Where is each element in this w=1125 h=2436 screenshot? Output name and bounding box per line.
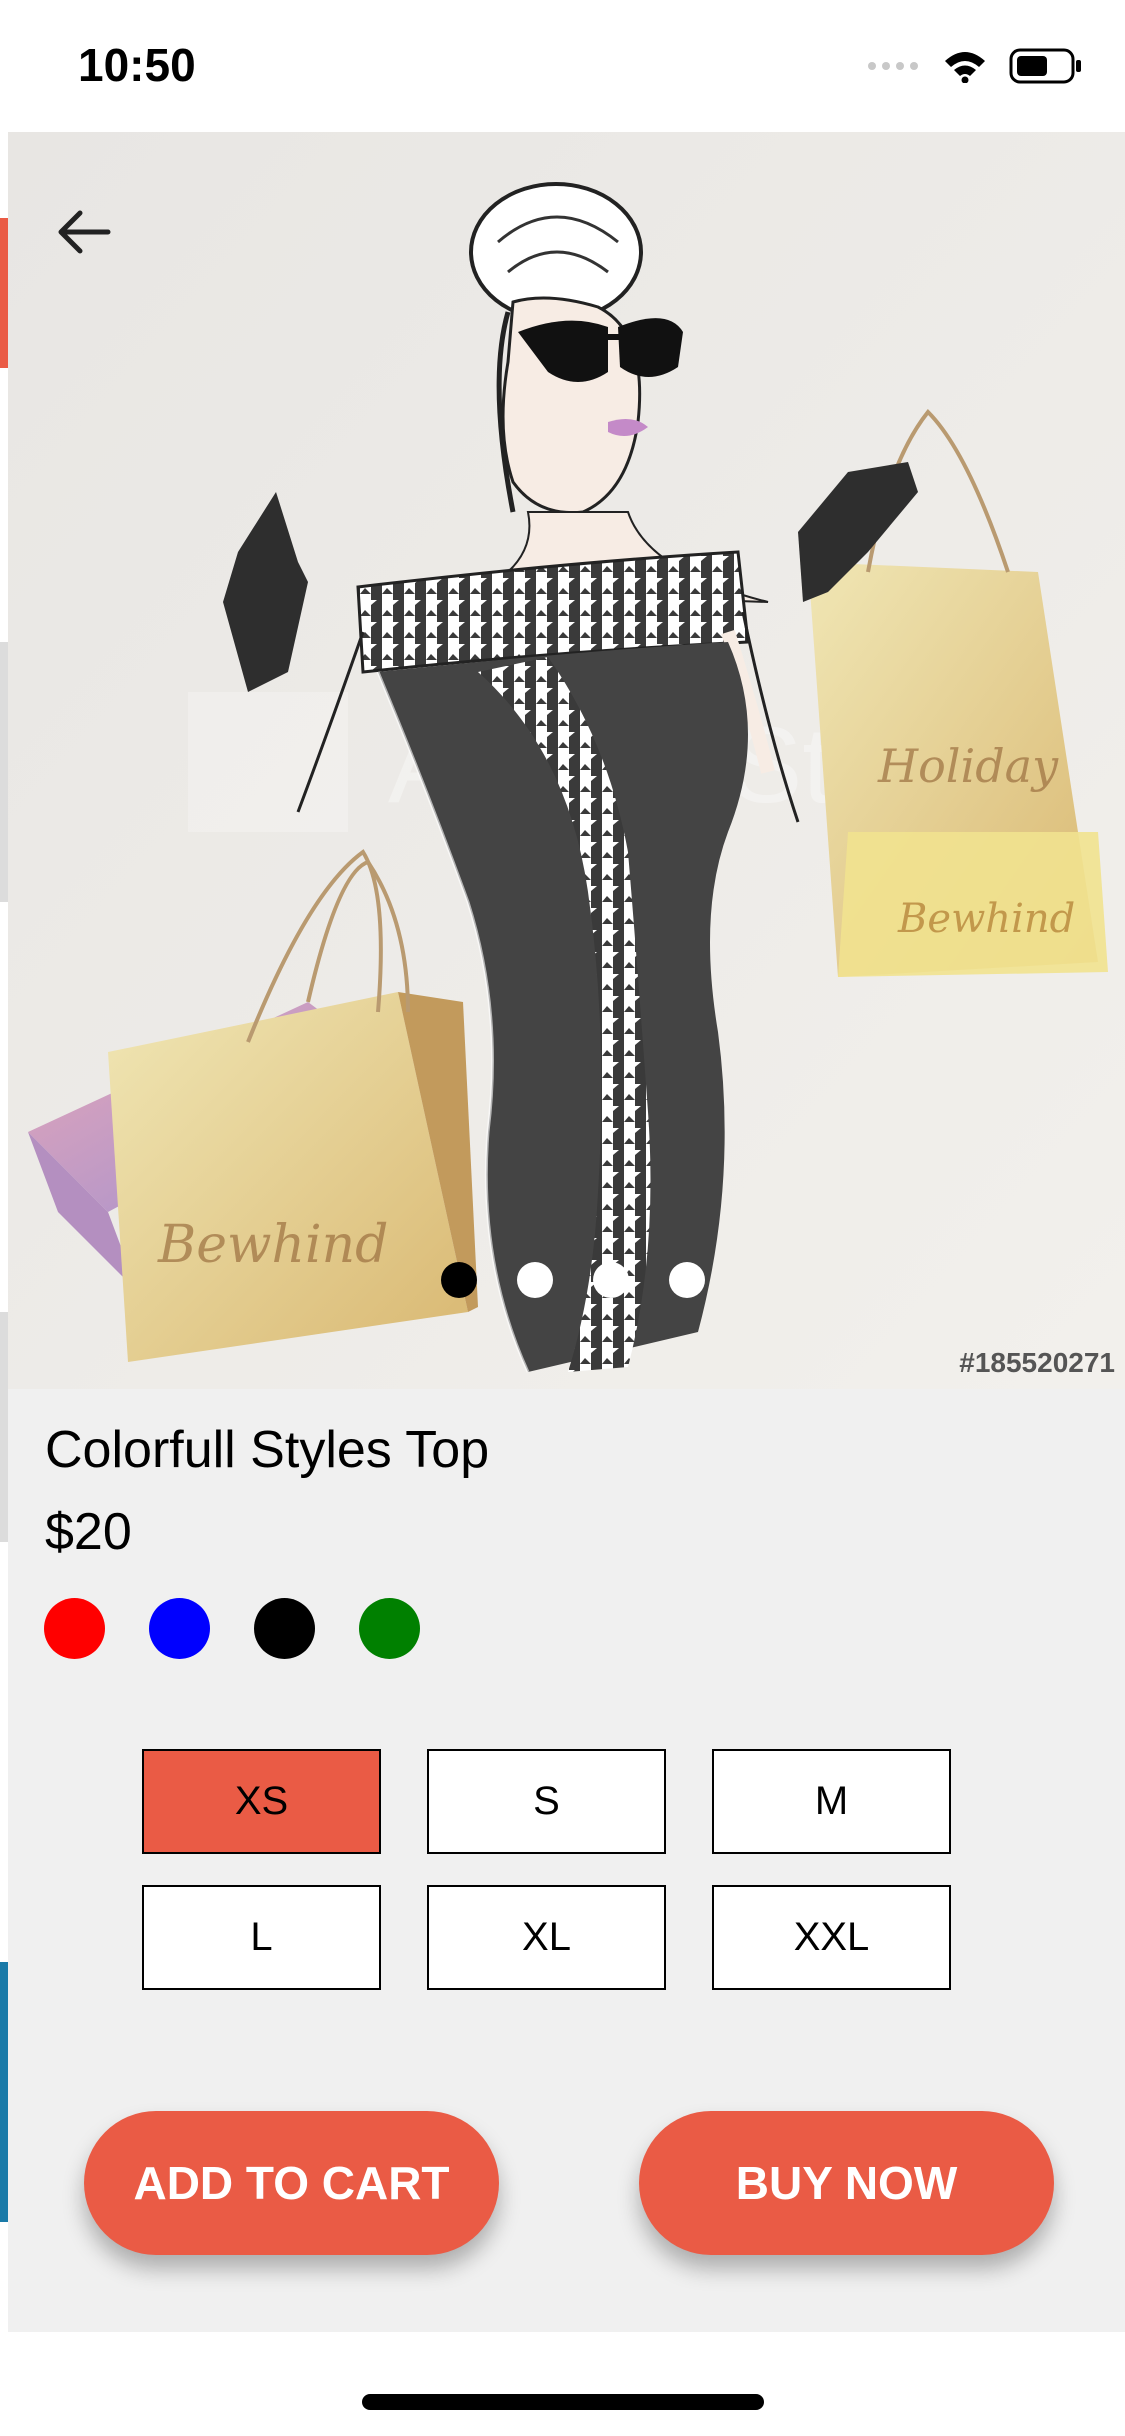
carousel-dot[interactable]: [516, 1262, 553, 1298]
status-icons: [867, 48, 1083, 84]
underlying-page-fragment: [0, 1312, 8, 1542]
arrow-left-icon: [58, 210, 111, 254]
size-option-xl[interactable]: XL: [427, 1885, 666, 1990]
signal-icon: [868, 62, 918, 70]
home-indicator[interactable]: [362, 2394, 764, 2410]
product-title: Colorfull Styles Top: [45, 1421, 490, 1479]
underlying-page-accent: [0, 218, 8, 368]
product-price: $20: [45, 1503, 132, 1561]
size-option-xxl[interactable]: XXL: [712, 1885, 951, 1990]
color-swatches: [44, 1598, 420, 1659]
wifi-icon: [945, 52, 985, 83]
status-time: 10:50: [78, 39, 196, 91]
size-selector: XS S M L XL XXL: [142, 1749, 952, 1990]
size-option-m[interactable]: M: [712, 1749, 951, 1854]
product-screen: Adobe Stock Bewhind Holiday Bewhind: [0, 132, 1125, 2332]
carousel-dot[interactable]: [592, 1262, 629, 1298]
back-button[interactable]: [44, 192, 124, 272]
svg-text:Bewhind: Bewhind: [897, 896, 1075, 942]
underlying-page-fragment: [0, 642, 8, 902]
size-option-s[interactable]: S: [427, 1749, 666, 1854]
add-to-cart-button[interactable]: ADD TO CART: [84, 2111, 499, 2255]
size-option-l[interactable]: L: [142, 1885, 381, 1990]
carousel-dot[interactable]: [668, 1262, 705, 1298]
battery-icon: [1009, 48, 1081, 84]
color-swatch-green[interactable]: [359, 1598, 420, 1659]
size-option-xs[interactable]: XS: [142, 1749, 381, 1854]
carousel-dot[interactable]: [440, 1262, 477, 1298]
color-swatch-red[interactable]: [44, 1598, 105, 1659]
product-illustration: Adobe Stock Bewhind Holiday Bewhind: [8, 132, 1125, 1389]
color-swatch-blue[interactable]: [149, 1598, 210, 1659]
status-bar: 10:50: [0, 0, 1125, 132]
buy-now-button[interactable]: BUY NOW: [639, 2111, 1054, 2255]
color-swatch-black[interactable]: [254, 1598, 315, 1659]
stock-image-id: #185520271: [959, 1347, 1115, 1378]
product-image-carousel[interactable]: Adobe Stock Bewhind Holiday Bewhind: [8, 132, 1125, 1389]
svg-text:Holiday: Holiday: [877, 739, 1059, 793]
underlying-page-fragment: [0, 1962, 8, 2222]
carousel-pagination: [8, 1262, 1125, 1298]
